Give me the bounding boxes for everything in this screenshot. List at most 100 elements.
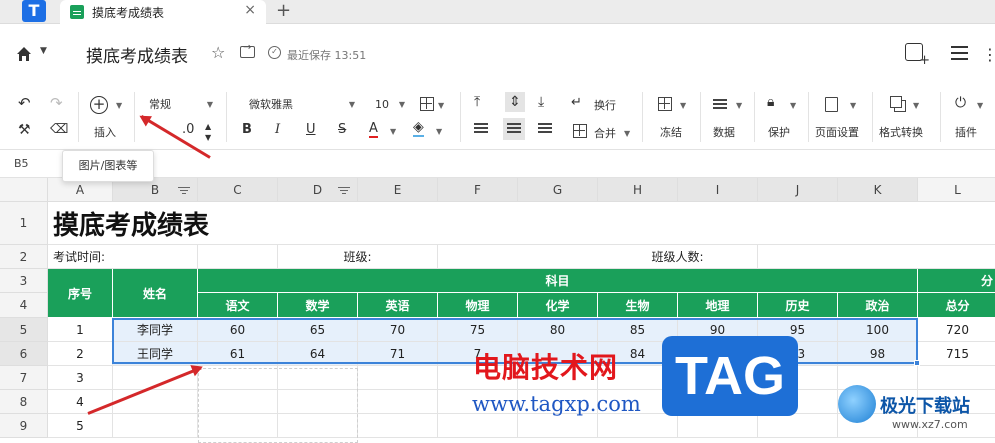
page-setup-icon[interactable] [825, 97, 838, 112]
decimal-decrease-icon[interactable]: ▼ [205, 130, 211, 146]
row-header-6[interactable]: 6 [0, 342, 48, 366]
header-subject-3[interactable]: 物理 [438, 293, 518, 318]
header-subject-cell[interactable]: 科目 [198, 269, 918, 293]
header-subject-6[interactable]: 地理 [678, 293, 758, 318]
cell[interactable] [438, 414, 518, 438]
header-subject-5[interactable]: 生物 [598, 293, 678, 318]
seq-cell[interactable]: 1 [48, 318, 113, 342]
borders-chevron-down-icon[interactable]: ▼ [438, 98, 444, 114]
cell[interactable] [518, 414, 598, 438]
filter-icon[interactable] [178, 187, 190, 196]
header-subject-1[interactable]: 数学 [278, 293, 358, 318]
row-header-1[interactable]: 1 [0, 202, 48, 245]
lock-icon[interactable]: 🔒︎ [767, 94, 774, 110]
corner-cell[interactable] [0, 178, 48, 202]
format-painter-icon[interactable]: ⚒ [18, 122, 31, 138]
tab-close-icon[interactable]: × [244, 2, 256, 18]
seq-cell[interactable]: 3 [48, 366, 113, 390]
data-button-label[interactable]: 数据 [713, 124, 735, 140]
sheet-title-cell[interactable]: 摸底考成绩表 [48, 202, 995, 245]
freeze-icon[interactable] [658, 97, 672, 111]
home-icon[interactable] [16, 46, 32, 62]
column-header-e[interactable]: E [358, 178, 438, 202]
header-subject-4[interactable]: 化学 [518, 293, 598, 318]
app-logo-icon[interactable]: T [22, 0, 46, 22]
column-header-l[interactable]: L [918, 178, 995, 202]
insert-plus-icon[interactable]: + [90, 96, 108, 114]
data-chevron-down-icon[interactable]: ▼ [736, 98, 742, 114]
cell[interactable] [758, 245, 995, 269]
undo-icon[interactable]: ↶ [18, 95, 31, 111]
borders-icon[interactable] [420, 97, 434, 111]
data-icon[interactable] [713, 99, 727, 101]
score-cell[interactable]: 715 [918, 342, 995, 366]
row-header-8[interactable]: 8 [0, 390, 48, 414]
cell[interactable] [598, 414, 678, 438]
bold-button[interactable]: B [242, 122, 252, 138]
column-header-c[interactable]: C [198, 178, 278, 202]
home-chevron-down-icon[interactable]: ▼ [40, 46, 47, 56]
underline-button[interactable]: U [306, 122, 316, 138]
freeze-chevron-down-icon[interactable]: ▼ [680, 98, 686, 114]
new-tab-button[interactable]: + [276, 0, 291, 22]
seq-cell[interactable]: 4 [48, 390, 113, 414]
font-color-button[interactable]: A [369, 122, 378, 138]
italic-button[interactable]: I [275, 122, 280, 138]
protect-chevron-down-icon[interactable]: ▼ [790, 98, 796, 114]
cell[interactable] [678, 414, 758, 438]
move-to-folder-icon[interactable] [240, 42, 255, 58]
star-icon[interactable]: ☆ [211, 43, 225, 62]
class-count-cell[interactable]: 班级人数: [598, 245, 758, 269]
seq-cell[interactable]: 5 [48, 414, 113, 438]
freeze-button-label[interactable]: 冻结 [660, 124, 682, 140]
format-convert-icon[interactable] [890, 96, 902, 108]
wrap-button-label[interactable]: 换行 [594, 97, 616, 113]
document-title[interactable]: 摸底考成绩表 [86, 42, 188, 67]
header-subject-8[interactable]: 政治 [838, 293, 918, 318]
row-header-3[interactable]: 3 [0, 269, 48, 293]
class-cell[interactable]: 班级: [278, 245, 438, 269]
more-icon[interactable]: ⋮ [982, 45, 995, 64]
column-header-g[interactable]: G [518, 178, 598, 202]
score-cell[interactable]: 720 [918, 318, 995, 342]
plugin-button-label[interactable]: 插件 [955, 124, 977, 140]
cell[interactable] [113, 390, 198, 414]
header-seq-cell[interactable]: 序号 [48, 269, 113, 318]
cell[interactable] [358, 366, 438, 390]
column-header-i[interactable]: I [678, 178, 758, 202]
cell[interactable] [758, 414, 838, 438]
merge-icon[interactable] [573, 124, 587, 138]
align-bottom-icon[interactable]: ⤓ [538, 94, 544, 110]
cell[interactable] [198, 245, 278, 269]
column-header-f[interactable]: F [438, 178, 518, 202]
format-convert-chevron-down-icon[interactable]: ▼ [913, 98, 919, 114]
font-size-select[interactable]: 10 ▼ [370, 94, 410, 114]
cell[interactable] [358, 414, 438, 438]
align-top-icon[interactable]: ⤒ [474, 94, 480, 110]
row-header-4[interactable]: 4 [0, 293, 48, 318]
column-header-h[interactable]: H [598, 178, 678, 202]
fill-color-icon[interactable]: ◈ [413, 120, 424, 137]
header-subject-9[interactable]: 总分 [918, 293, 995, 318]
page-setup-button-label[interactable]: 页面设置 [815, 124, 859, 140]
protect-button-label[interactable]: 保护 [768, 124, 790, 140]
cell[interactable] [113, 414, 198, 438]
cell[interactable] [358, 390, 438, 414]
insert-button-label[interactable]: 插入 [94, 124, 116, 140]
number-format-select[interactable]: 常规 ▼ [144, 94, 218, 114]
strikethrough-button[interactable]: S [338, 122, 346, 138]
merge-button-label[interactable]: 合并 [594, 125, 616, 141]
merge-chevron-down-icon[interactable]: ▼ [624, 126, 630, 142]
column-header-j[interactable]: J [758, 178, 838, 202]
column-header-k[interactable]: K [838, 178, 918, 202]
fill-handle[interactable] [914, 360, 920, 366]
align-right-icon[interactable] [538, 123, 552, 125]
font-color-chevron-down-icon[interactable]: ▼ [390, 124, 396, 140]
row-header-9[interactable]: 9 [0, 414, 48, 438]
filter-icon[interactable] [338, 187, 350, 196]
fill-color-chevron-down-icon[interactable]: ▼ [436, 124, 442, 140]
plugin-icon[interactable]: ⏻ [955, 95, 966, 111]
wrap-icon[interactable]: ↵ [571, 95, 582, 111]
align-left-icon[interactable] [474, 123, 488, 125]
document-tab[interactable]: 摸底考成绩表 × [60, 0, 266, 24]
